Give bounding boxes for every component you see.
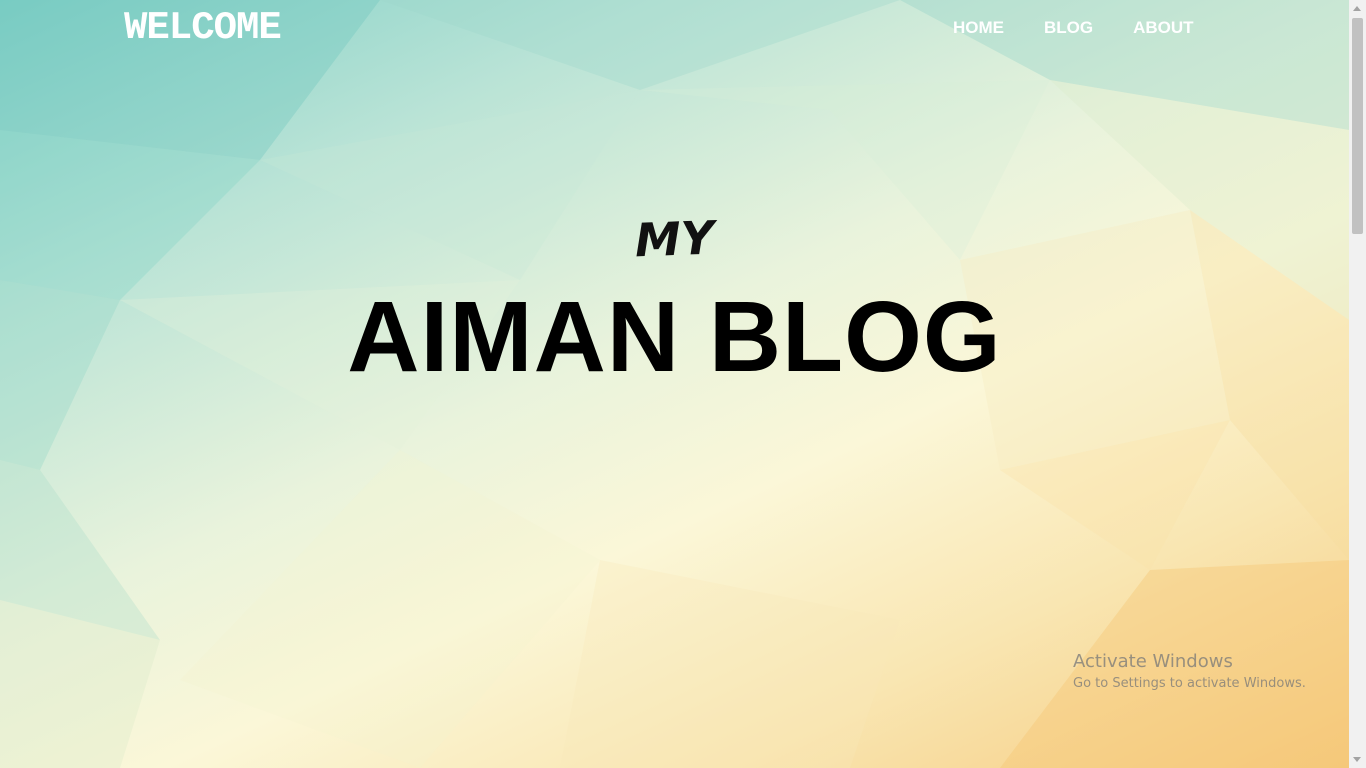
scrollbar-thumb[interactable]: [1352, 18, 1363, 234]
scroll-up-arrow-icon[interactable]: [1353, 6, 1361, 11]
main-nav: HOME BLOG ABOUT: [953, 18, 1234, 38]
scroll-down-arrow-icon[interactable]: [1353, 757, 1361, 762]
vertical-scrollbar[interactable]: [1349, 0, 1366, 768]
watermark-subtitle: Go to Settings to activate Windows.: [1073, 676, 1306, 691]
nav-about-link[interactable]: ABOUT: [1133, 18, 1193, 38]
site-header: WELCOME HOME BLOG ABOUT: [0, 0, 1349, 58]
site-logo[interactable]: WELCOME: [124, 6, 282, 50]
activation-watermark: Activate Windows Go to Settings to activ…: [1073, 651, 1306, 691]
hero-pretitle: MY: [634, 210, 715, 268]
hero-title: AIMAN BLOG: [347, 281, 1002, 393]
nav-blog-link[interactable]: BLOG: [1044, 18, 1093, 38]
watermark-title: Activate Windows: [1073, 651, 1233, 672]
nav-home-link[interactable]: HOME: [953, 18, 1004, 38]
